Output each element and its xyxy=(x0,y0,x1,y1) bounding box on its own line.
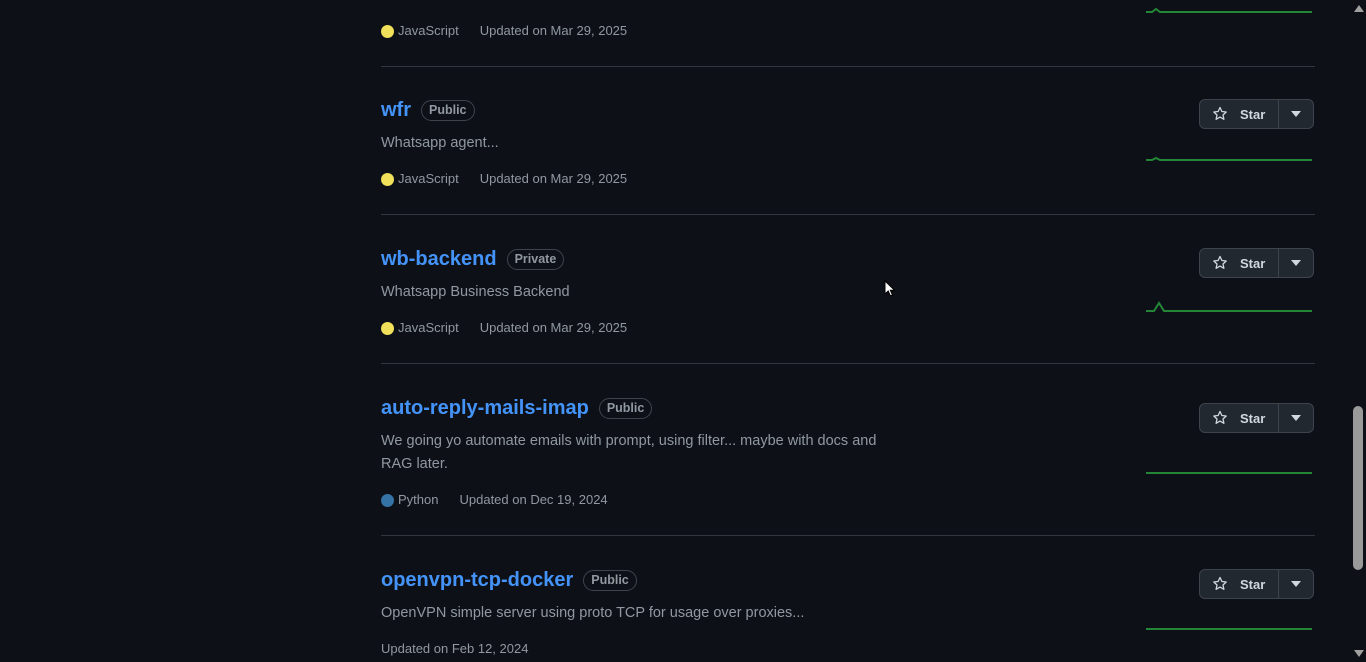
updated-date: Updated on Mar 29, 2025 xyxy=(479,171,628,186)
repo-description: Whatsapp Business Backend xyxy=(381,284,570,300)
scrollbar-thumb[interactable] xyxy=(1353,406,1363,570)
language-color-dot xyxy=(381,493,394,507)
star-button-group: Star xyxy=(1199,569,1314,599)
repository-list-page: JavaScript Updated on Mar 29, 2025 wfr P… xyxy=(0,0,1366,662)
star-button[interactable]: Star xyxy=(1200,404,1279,432)
activity-sparkline xyxy=(1146,156,1312,161)
repo-description: Whatsapp agent... xyxy=(381,135,499,151)
star-icon xyxy=(1213,106,1227,120)
activity-sparkline xyxy=(1146,7,1312,13)
repo-name-link[interactable]: wb-backend xyxy=(381,245,497,273)
star-dropdown-button[interactable] xyxy=(1279,249,1313,277)
triangle-down-icon xyxy=(1291,111,1301,117)
repo-meta: JavaScript Updated on Mar 29, 2025 xyxy=(381,22,627,40)
star-label: Star xyxy=(1240,576,1266,592)
triangle-down-icon xyxy=(1291,581,1301,587)
repo-meta: Updated on Feb 12, 2024 xyxy=(381,640,528,658)
triangle-down-icon xyxy=(1291,260,1301,266)
repo-list-item: auto-reply-mails-imap Public We going yo… xyxy=(381,363,1315,536)
star-dropdown-button[interactable] xyxy=(1279,100,1313,128)
visibility-badge: Public xyxy=(598,397,653,419)
updated-date: Updated on Feb 12, 2024 xyxy=(381,641,529,656)
repo-language: JavaScript xyxy=(381,170,459,188)
repo-meta: Python Updated on Dec 19, 2024 xyxy=(381,491,608,509)
visibility-badge: Private xyxy=(506,248,565,270)
star-button-group: Star xyxy=(1199,99,1314,129)
language-color-dot xyxy=(381,24,394,38)
language-color-dot xyxy=(381,172,394,186)
repo-name-link[interactable]: auto-reply-mails-imap xyxy=(381,394,589,422)
repo-meta: JavaScript Updated on Mar 29, 2025 xyxy=(381,170,627,188)
star-dropdown-button[interactable] xyxy=(1279,404,1313,432)
repo-list-item: openvpn-tcp-docker Public OpenVPN simple… xyxy=(381,536,1315,662)
mouse-cursor-icon xyxy=(884,280,896,297)
repo-meta: JavaScript Updated on Mar 29, 2025 xyxy=(381,319,627,337)
repo-language: JavaScript xyxy=(381,22,459,40)
language-label: Python xyxy=(398,492,439,507)
star-button[interactable]: Star xyxy=(1200,249,1279,277)
scroll-down-arrow-icon[interactable] xyxy=(1354,650,1364,657)
star-icon xyxy=(1213,410,1227,424)
language-label: JavaScript xyxy=(398,320,459,335)
repo-language: JavaScript xyxy=(381,319,459,337)
triangle-down-icon xyxy=(1291,415,1301,421)
star-icon xyxy=(1213,255,1227,269)
star-button[interactable]: Star xyxy=(1200,570,1279,598)
language-color-dot xyxy=(381,321,394,335)
repo-description: We going yo automate emails with prompt,… xyxy=(381,433,877,472)
activity-sparkline xyxy=(1146,301,1312,312)
repo-list-item: wb-backend Private Whatsapp Business Bac… xyxy=(381,214,1315,364)
vertical-scrollbar[interactable] xyxy=(1350,0,1366,662)
scroll-up-arrow-icon[interactable] xyxy=(1354,5,1364,12)
activity-sparkline xyxy=(1146,472,1312,474)
repo-name-link[interactable]: openvpn-tcp-docker xyxy=(381,566,573,594)
visibility-badge: Public xyxy=(583,569,637,591)
repo-description: OpenVPN simple server using proto TCP fo… xyxy=(381,605,805,621)
repo-language: Python xyxy=(381,491,438,509)
updated-date: Updated on Mar 29, 2025 xyxy=(479,23,628,38)
star-label: Star xyxy=(1240,410,1266,426)
star-label: Star xyxy=(1240,106,1266,122)
star-icon xyxy=(1213,576,1227,590)
star-button-group: Star xyxy=(1199,248,1314,278)
star-button[interactable]: Star xyxy=(1200,100,1279,128)
visibility-badge: Public xyxy=(421,99,475,121)
star-button-group: Star xyxy=(1199,403,1314,433)
language-label: JavaScript xyxy=(398,23,459,38)
repo-name-link[interactable]: wfr xyxy=(381,96,411,124)
updated-date: Updated on Mar 29, 2025 xyxy=(479,320,628,335)
activity-sparkline xyxy=(1146,628,1312,630)
language-label: JavaScript xyxy=(398,171,459,186)
star-label: Star xyxy=(1240,255,1266,271)
repo-list-item: wfr Public Whatsapp agent... JavaScript … xyxy=(381,66,1315,215)
updated-date: Updated on Dec 19, 2024 xyxy=(459,492,608,507)
star-dropdown-button[interactable] xyxy=(1279,570,1313,598)
repo-list-item: JavaScript Updated on Mar 29, 2025 xyxy=(381,0,1315,67)
